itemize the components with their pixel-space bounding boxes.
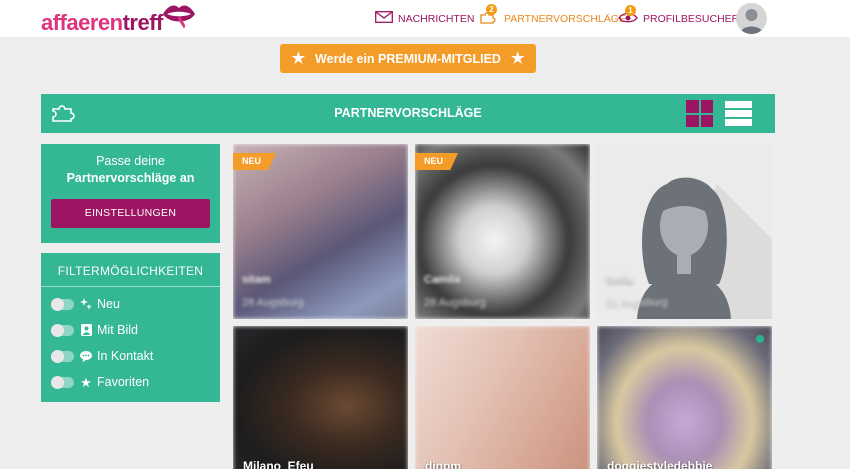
profile-age-city: 31 Augsburg bbox=[606, 297, 668, 309]
star-icon: ★ bbox=[80, 374, 92, 390]
placeholder-woman-icon bbox=[637, 177, 772, 319]
profile-card[interactable]: doggiestyledebbie bbox=[597, 326, 772, 469]
logo-suffix: treff bbox=[122, 10, 164, 35]
nav-visitors-badge: 1 bbox=[625, 4, 636, 16]
section-title: PARTNERVORSCHLÄGE bbox=[334, 106, 482, 120]
profile-name: Sofia bbox=[606, 274, 633, 286]
profile-card[interactable]: Sofia 31 Augsburg bbox=[597, 144, 772, 319]
envelope-icon bbox=[375, 11, 393, 26]
grid-view-button[interactable] bbox=[686, 100, 713, 127]
nav-messages[interactable]: NACHRICHTEN bbox=[375, 0, 474, 37]
profile-name: Milano_Efeu bbox=[243, 459, 314, 469]
profile-card[interactable]: NEU sitam 28 Augsburg bbox=[233, 144, 408, 319]
filter-panel-title: FILTERMÖGLICHKEITEN bbox=[57, 264, 204, 278]
top-header: affaerentreff NACHRICHTEN 2 PARTNERVORSC… bbox=[0, 0, 850, 37]
nav-messages-label: NACHRICHTEN bbox=[398, 12, 475, 25]
nav-profile-visitors[interactable]: 1 PROFILBESUCHER bbox=[618, 0, 739, 37]
settings-text-line1: Passe deine bbox=[96, 154, 165, 168]
nav-partner-suggestions[interactable]: 2 PARTNERVORSCHLÄGE bbox=[479, 0, 626, 37]
profile-card[interactable]: dinpm bbox=[415, 326, 590, 469]
list-view-button[interactable] bbox=[725, 101, 752, 126]
premium-button[interactable]: ★ Werde ein PREMIUM-MITGLIED ★ bbox=[280, 44, 536, 73]
puzzle-icon: 2 bbox=[479, 4, 499, 27]
eye-icon: 1 bbox=[618, 4, 638, 27]
filter-new[interactable]: Neu bbox=[51, 297, 120, 311]
filter-toggle[interactable] bbox=[51, 349, 74, 363]
star-icon: ★ bbox=[291, 50, 306, 67]
profile-age-city: 28 Augsburg bbox=[242, 297, 304, 309]
filter-label: In Kontakt bbox=[97, 349, 154, 363]
user-silhouette-icon bbox=[740, 9, 763, 34]
nav-visitors-label: PROFILBESUCHER bbox=[643, 12, 740, 25]
lips-icon bbox=[163, 5, 195, 28]
nav-suggestions-badge: 2 bbox=[486, 4, 497, 15]
profile-name: Camila bbox=[424, 274, 461, 286]
online-indicator bbox=[756, 335, 764, 343]
filter-with-photo[interactable]: Mit Bild bbox=[51, 323, 138, 337]
filter-panel: FILTERMÖGLICHKEITEN Neu Mit Bild In Kont… bbox=[41, 253, 220, 402]
filter-toggle[interactable] bbox=[51, 297, 74, 311]
profile-age-city: 28 Augsburg bbox=[424, 297, 486, 309]
settings-panel: Passe deine Partnervorschläge an EINSTEL… bbox=[41, 144, 220, 243]
profile-name: sitam bbox=[242, 274, 271, 286]
profile-photo bbox=[233, 326, 408, 469]
filter-toggle[interactable] bbox=[51, 375, 74, 389]
premium-label: Werde ein PREMIUM-MITGLIED bbox=[315, 51, 501, 66]
section-header: PARTNERVORSCHLÄGE bbox=[41, 94, 775, 133]
settings-text-line2: Partnervorschläge an bbox=[66, 171, 195, 185]
filter-toggle[interactable] bbox=[51, 323, 74, 337]
profile-card[interactable]: Milano_Efeu bbox=[233, 326, 408, 469]
profile-name: doggiestyledebbie bbox=[607, 459, 713, 469]
sparkle-icon bbox=[80, 298, 92, 310]
filter-label: Mit Bild bbox=[97, 323, 138, 337]
profile-photo bbox=[415, 144, 590, 319]
profile-photo bbox=[597, 326, 772, 469]
portrait-icon bbox=[80, 324, 92, 336]
profile-name: dinpm bbox=[425, 459, 461, 469]
filter-in-contact[interactable]: In Kontakt bbox=[51, 349, 153, 363]
star-icon: ★ bbox=[510, 50, 525, 67]
filter-label: Favoriten bbox=[97, 375, 150, 389]
user-avatar[interactable] bbox=[736, 3, 767, 34]
settings-button[interactable]: EINSTELLUNGEN bbox=[51, 199, 210, 228]
nav-suggestions-label: PARTNERVORSCHLÄGE bbox=[504, 12, 626, 25]
logo-text: affaerentreff bbox=[41, 10, 163, 36]
chat-icon bbox=[80, 350, 92, 362]
divider bbox=[41, 286, 220, 287]
filter-label: Neu bbox=[97, 297, 120, 311]
profile-photo bbox=[415, 326, 590, 469]
filter-favorites[interactable]: ★ Favoriten bbox=[51, 375, 149, 389]
logo-prefix: affaeren bbox=[41, 10, 123, 35]
profile-photo bbox=[233, 144, 408, 319]
profile-card[interactable]: NEU Camila 28 Augsburg bbox=[415, 144, 590, 319]
